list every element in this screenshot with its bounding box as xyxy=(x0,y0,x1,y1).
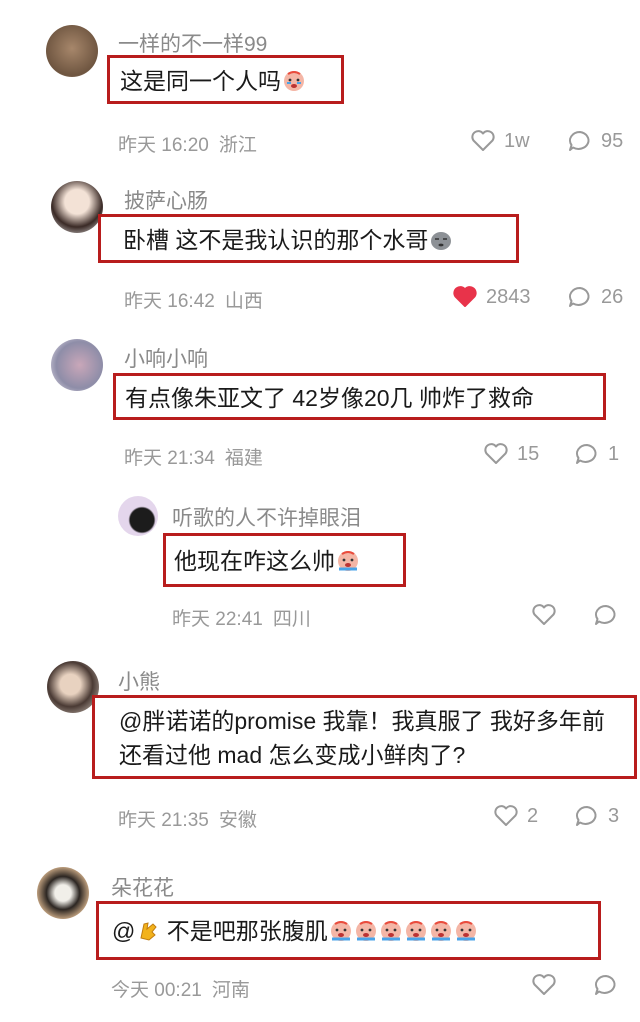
comment-text: 卧槽 这不是我认识的那个水哥 xyxy=(123,223,453,257)
comment-meta: 今天 00:21 河南 xyxy=(111,975,260,1002)
comment-text: 有点像朱亚文了 42岁像20几 帅炸了救命 xyxy=(125,385,534,411)
comment-meta: 昨天 21:35 安徽 xyxy=(118,805,267,832)
comment-location: 山西 xyxy=(224,291,263,312)
comment-location: 四川 xyxy=(272,609,311,630)
rock-face-emoji xyxy=(429,226,453,250)
comment-username[interactable]: 小响小响 xyxy=(124,343,208,373)
crying-face-emoji xyxy=(282,67,306,91)
like-button[interactable] xyxy=(531,603,557,627)
like-count: 1w xyxy=(504,129,530,152)
like-button[interactable] xyxy=(531,973,557,997)
like-count: 15 xyxy=(517,442,540,465)
like-button[interactable]: 1w xyxy=(470,129,530,153)
heart-filled-icon xyxy=(453,286,477,307)
crying-face-emoji xyxy=(404,917,428,941)
comment-time: 昨天 16:20 xyxy=(118,135,209,156)
comment-bubble-icon xyxy=(595,604,616,625)
like-count: 2843 xyxy=(486,285,531,308)
like-button[interactable]: 2 xyxy=(493,804,538,828)
avatar[interactable] xyxy=(118,496,158,536)
comment-location: 福建 xyxy=(224,448,263,469)
reply-button[interactable]: 1 xyxy=(574,442,619,466)
like-count: 2 xyxy=(527,804,539,827)
comment-time: 昨天 21:34 xyxy=(124,448,215,469)
reply-button[interactable]: 3 xyxy=(574,804,619,828)
reply-button[interactable]: 26 xyxy=(567,285,623,309)
comment-time: 今天 00:21 xyxy=(111,980,202,1001)
avatar[interactable] xyxy=(46,25,98,77)
reply-button[interactable]: 95 xyxy=(567,129,623,153)
crying-face-emoji xyxy=(354,917,378,941)
comment-username[interactable]: 一样的不一样99 xyxy=(118,28,267,58)
comment-highlight-box: 卧槽 这不是我认识的那个水哥 xyxy=(98,214,519,263)
comment-username[interactable]: 小熊 xyxy=(118,666,160,696)
reply-count: 95 xyxy=(601,129,624,152)
comment-location: 安徽 xyxy=(218,810,257,831)
like-button[interactable]: 2843 xyxy=(452,285,531,309)
like-button[interactable]: 15 xyxy=(483,442,539,466)
comment-meta: 昨天 16:20 浙江 xyxy=(118,130,267,157)
heart-icon xyxy=(532,604,556,625)
comment-bubble-icon xyxy=(595,974,616,995)
comment-bubble-icon xyxy=(576,443,597,464)
reply-button[interactable] xyxy=(593,973,619,997)
comment-highlight-box: 这是同一个人吗 xyxy=(107,55,344,104)
comment-bubble-icon xyxy=(569,286,590,307)
crying-face-emoji xyxy=(336,547,360,571)
comment-text: @胖诺诺的promise 我靠！我真服了 我好多年前还看过他 mad 怎么变成小… xyxy=(119,708,605,768)
comment-bubble-icon xyxy=(576,805,597,826)
comment-meta: 昨天 22:41 四川 xyxy=(172,604,321,631)
comment-bubble-icon xyxy=(569,130,590,151)
crying-face-emoji xyxy=(329,917,353,941)
comment-text: 这是同一个人吗 xyxy=(120,64,306,98)
comment-text: 他现在咋这么帅 xyxy=(174,544,360,578)
heart-icon xyxy=(494,805,518,826)
comment-highlight-box: @胖诺诺的promise 我靠！我真服了 我好多年前还看过他 mad 怎么变成小… xyxy=(92,695,637,779)
avatar[interactable] xyxy=(51,181,103,233)
comment-username[interactable]: 听歌的人不许掉眼泪 xyxy=(172,502,361,532)
comment-highlight-box: 他现在咋这么帅 xyxy=(163,533,406,587)
comment-username[interactable]: 朵花花 xyxy=(111,872,174,902)
comment-time: 昨天 16:42 xyxy=(124,291,215,312)
comment-meta: 昨天 21:34 福建 xyxy=(124,443,273,470)
avatar[interactable] xyxy=(37,867,89,919)
reply-button[interactable] xyxy=(593,603,619,627)
reply-count: 26 xyxy=(601,285,624,308)
heart-icon xyxy=(532,974,556,995)
crying-face-emoji xyxy=(454,917,478,941)
comment-username[interactable]: 披萨心肠 xyxy=(124,185,208,215)
comment-highlight-box: @ 不是吧那张腹肌 xyxy=(96,901,601,960)
avatar[interactable] xyxy=(51,339,103,391)
crying-face-emoji xyxy=(429,917,453,941)
clap-hands-emoji xyxy=(136,917,160,941)
comment-location: 河南 xyxy=(211,980,250,1001)
heart-icon xyxy=(471,130,495,151)
comment-time: 昨天 22:41 xyxy=(172,609,263,630)
comment-text: @ 不是吧那张腹肌 xyxy=(112,914,478,948)
comment-time: 昨天 21:35 xyxy=(118,810,209,831)
heart-icon xyxy=(484,443,508,464)
crying-face-emoji xyxy=(379,917,403,941)
comment-highlight-box: 有点像朱亚文了 42岁像20几 帅炸了救命 xyxy=(113,373,606,420)
reply-count: 1 xyxy=(608,442,620,465)
comment-meta: 昨天 16:42 山西 xyxy=(124,286,273,313)
reply-count: 3 xyxy=(608,804,620,827)
comment-location: 浙江 xyxy=(218,135,257,156)
